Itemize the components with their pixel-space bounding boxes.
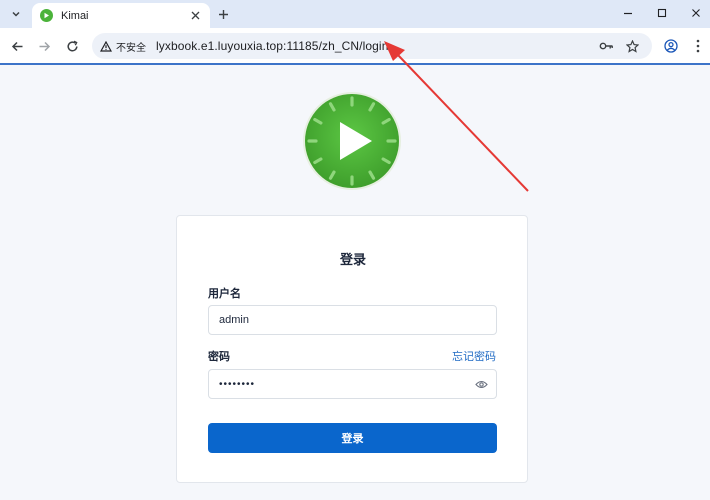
arrow-right-icon <box>39 41 50 51</box>
star-icon <box>625 39 639 53</box>
forgot-password-link[interactable]: 忘记密码 <box>452 348 496 364</box>
new-tab-button[interactable] <box>214 5 232 23</box>
security-label: 不安全 <box>116 42 146 54</box>
browser-toolbar: 不安全 lyxbook.e1.luyouxia.top:11185/zh_CN/… <box>0 28 710 64</box>
browser-tab-kimai[interactable]: Kimai <box>32 3 210 28</box>
minimize-button[interactable] <box>616 4 640 22</box>
key-icon <box>599 42 613 50</box>
maximize-icon <box>657 8 667 18</box>
kebab-menu-icon <box>696 39 700 53</box>
security-chip[interactable]: 不安全 <box>100 39 146 54</box>
username-label: 用户名 <box>208 288 241 300</box>
login-title: 登录 <box>339 252 366 267</box>
back-button[interactable] <box>7 36 27 56</box>
username-input[interactable]: admin <box>208 305 497 335</box>
close-icon <box>692 9 700 17</box>
reload-button[interactable] <box>62 36 82 56</box>
profile-button[interactable] <box>661 36 681 56</box>
tab-title: Kimai <box>61 9 89 22</box>
tab-search-button[interactable] <box>6 5 26 23</box>
close-icon <box>191 11 199 20</box>
password-label: 密码 <box>208 351 230 363</box>
reload-icon <box>66 40 78 51</box>
eye-icon <box>474 380 488 388</box>
kimai-logo <box>303 92 401 190</box>
username-value: admin <box>219 314 249 326</box>
login-button[interactable]: 登录 <box>208 423 497 453</box>
tab-close-button[interactable] <box>188 9 202 23</box>
page-top-accent <box>0 63 710 65</box>
arrow-left-icon <box>11 41 22 51</box>
profile-icon <box>664 39 678 53</box>
show-password-button[interactable] <box>474 377 488 391</box>
tab-strip: Kimai <box>0 0 710 28</box>
warning-icon <box>100 40 112 52</box>
password-manager-button[interactable] <box>598 38 614 54</box>
plus-icon <box>218 9 228 19</box>
forward-button[interactable] <box>34 36 54 56</box>
chevron-down-icon <box>12 11 20 17</box>
kimai-play-icon <box>40 9 53 22</box>
window-close-button[interactable] <box>684 4 708 22</box>
address-bar[interactable]: 不安全 lyxbook.e1.luyouxia.top:11185/zh_CN/… <box>92 33 652 59</box>
browser-menu-button[interactable] <box>688 36 708 56</box>
password-input[interactable]: •••••••• <box>208 369 497 399</box>
minimize-icon <box>624 12 632 15</box>
maximize-button[interactable] <box>650 4 674 22</box>
url-text[interactable]: lyxbook.e1.luyouxia.top:11185/zh_CN/logi… <box>156 39 388 53</box>
password-value: •••••••• <box>219 378 256 390</box>
login-card: 登录 用户名 admin 密码 忘记密码 •••••••• 登录 <box>176 215 528 483</box>
bookmark-button[interactable] <box>624 38 640 54</box>
